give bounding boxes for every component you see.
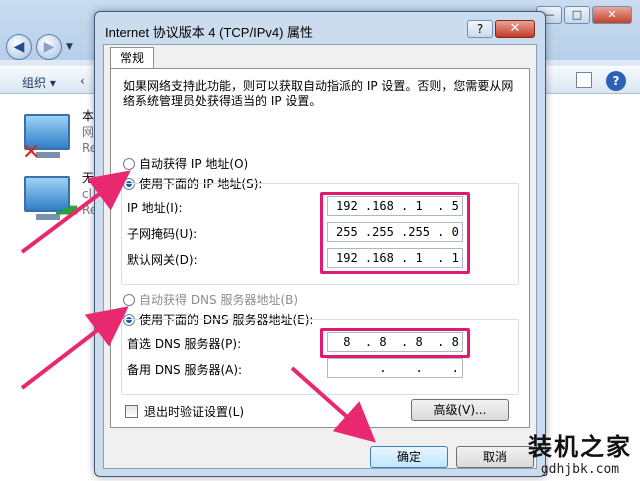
alternate-dns-field[interactable]: . . . bbox=[327, 358, 463, 378]
back-button[interactable]: ◀ bbox=[6, 34, 32, 60]
watermark-title: 装机之家 bbox=[528, 432, 632, 461]
description-text: 如果网络支持此功能，则可以获取自动指派的 IP 设置。否则，您需要从网络系统管理… bbox=[123, 79, 514, 108]
history-dropdown-icon[interactable]: ▼ bbox=[66, 42, 73, 52]
window-close-button[interactable]: ✕ bbox=[592, 6, 632, 24]
toolbar-item[interactable]: ‹ bbox=[80, 74, 85, 88]
dialog-title: Internet 协议版本 4 (TCP/IPv4) 属性 bbox=[105, 25, 314, 40]
subnet-mask-label: 子网掩码(U): bbox=[127, 227, 198, 241]
watermark: 装机之家 gdhjbk.com bbox=[528, 427, 632, 477]
forward-arrow-icon: ▶ bbox=[43, 39, 55, 55]
help-icon[interactable]: ? bbox=[606, 71, 626, 91]
ip-address-label: IP 地址(I): bbox=[127, 201, 183, 215]
forward-button[interactable]: ▶ bbox=[36, 34, 62, 60]
organize-menu[interactable]: 组织 ▾ bbox=[22, 74, 56, 91]
dns-auto-radio[interactable] bbox=[123, 293, 135, 306]
dialog-help-button[interactable]: ? bbox=[467, 20, 493, 38]
validate-on-exit-label: 退出时验证设置(L) bbox=[144, 405, 245, 419]
ip-auto-radio[interactable] bbox=[123, 157, 135, 170]
alternate-dns-label: 备用 DNS 服务器(A): bbox=[127, 363, 243, 377]
view-toggle-icon[interactable] bbox=[576, 72, 592, 88]
dialog-close-button[interactable]: ✕ bbox=[495, 20, 535, 38]
disconnected-icon: ✕ bbox=[22, 140, 41, 165]
window-controls: — □ ✕ bbox=[536, 6, 632, 24]
ok-button[interactable]: 确定 bbox=[370, 446, 448, 468]
maximize-button[interactable]: □ bbox=[564, 6, 590, 24]
dns-auto-label: 自动获得 DNS 服务器地址(B) bbox=[139, 293, 299, 307]
validate-on-exit-option[interactable]: 退出时验证设置(L) bbox=[125, 403, 244, 420]
signal-bars-icon: ▂▄▆ bbox=[56, 204, 77, 215]
tab-general[interactable]: 常规 bbox=[110, 47, 154, 69]
validate-on-exit-checkbox[interactable] bbox=[125, 405, 138, 418]
ip-auto-option[interactable]: 自动获得 IP 地址(O) bbox=[123, 155, 248, 172]
ip-fields-highlight bbox=[320, 192, 470, 274]
watermark-url: gdhjbk.com bbox=[540, 462, 620, 477]
dns-auto-option[interactable]: 自动获得 DNS 服务器地址(B) bbox=[123, 291, 298, 308]
back-arrow-icon: ◀ bbox=[13, 39, 25, 55]
cancel-button[interactable]: 取消 bbox=[456, 446, 534, 468]
preferred-dns-label: 首选 DNS 服务器(P): bbox=[127, 337, 242, 351]
default-gateway-label: 默认网关(D): bbox=[127, 253, 198, 267]
general-tab-panel: 如果网络支持此功能，则可以获取自动指派的 IP 设置。否则，您需要从网络系统管理… bbox=[110, 68, 530, 428]
dialog-body: 常规 如果网络支持此功能，则可以获取自动指派的 IP 设置。否则，您需要从网络系… bbox=[103, 44, 537, 469]
ip-auto-label: 自动获得 IP 地址(O) bbox=[139, 157, 249, 171]
navigation-bar: ◀ ▶ ▼ bbox=[6, 34, 73, 60]
dns-field-highlight bbox=[320, 328, 470, 358]
ipv4-properties-dialog: Internet 协议版本 4 (TCP/IPv4) 属性 ? ✕ 常规 如果网… bbox=[94, 11, 546, 477]
advanced-button[interactable]: 高级(V)... bbox=[411, 399, 509, 421]
